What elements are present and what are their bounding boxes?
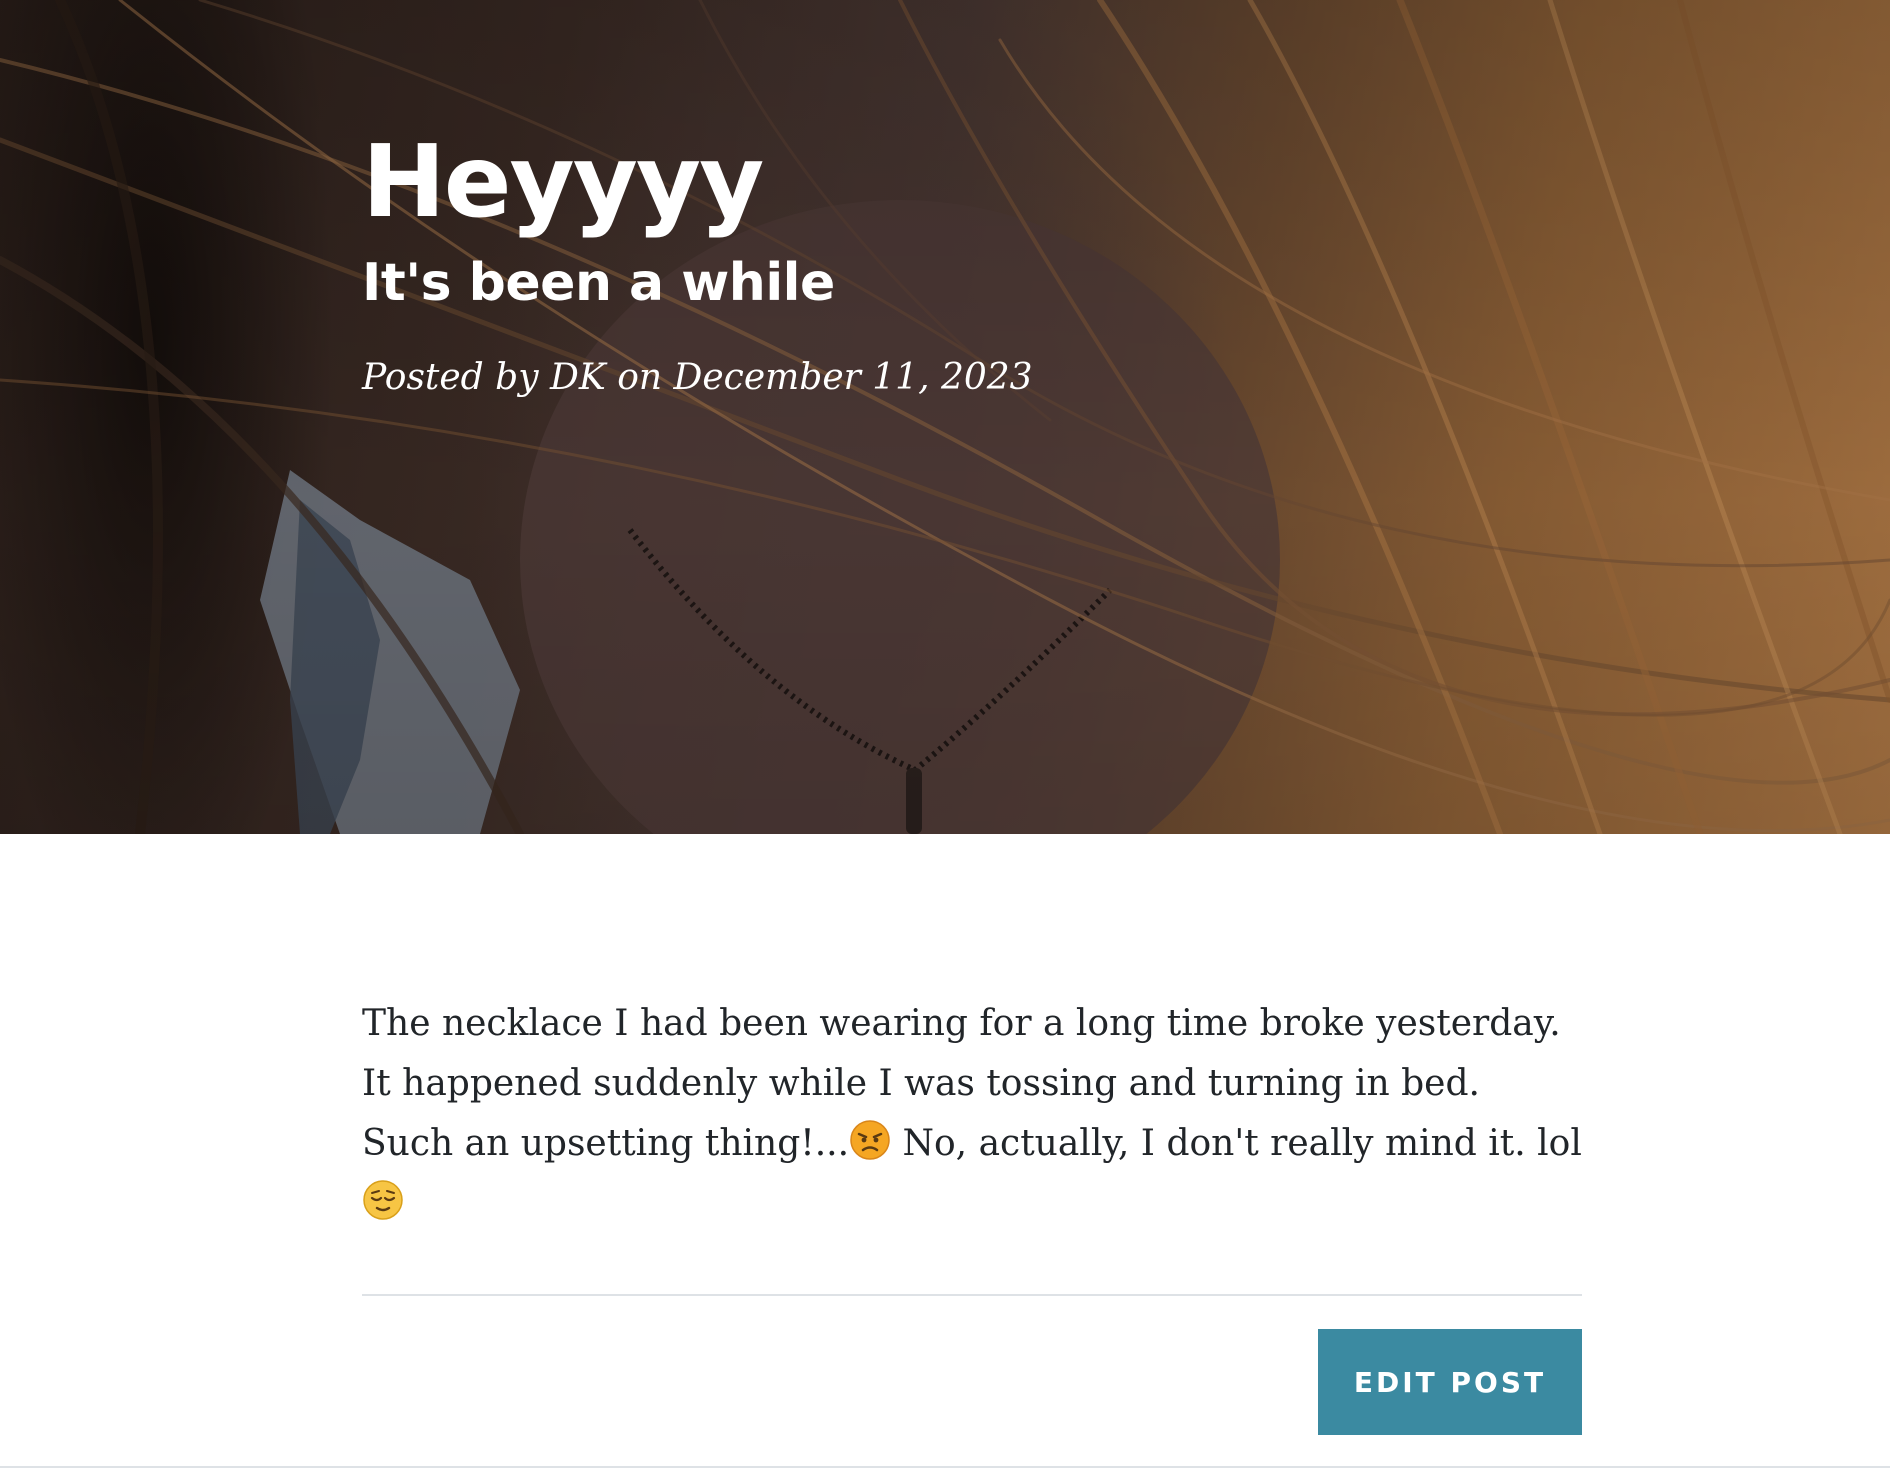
post-divider xyxy=(362,1294,1582,1296)
post-meta: Posted by DK on December 11, 2023 xyxy=(362,357,1033,398)
post-title: Heyyyy xyxy=(362,123,764,240)
body-line-4 xyxy=(362,1174,1582,1234)
body-line-2: It happened suddenly while I was tossing… xyxy=(362,1063,1480,1104)
post-body: The necklace I had been wearing for a lo… xyxy=(362,994,1582,1234)
post-page: Heyyyy It's been a while Posted by DK on… xyxy=(0,0,1890,1476)
post-masthead: Heyyyy It's been a while Posted by DK on… xyxy=(0,0,1890,834)
body-line-3: Such an upsetting thing!... No, actually… xyxy=(362,1114,1582,1174)
body-line-3b: No, actually, I don't really mind it. lo… xyxy=(891,1123,1582,1164)
relieved-face-icon xyxy=(363,1180,403,1220)
footer-divider xyxy=(0,1466,1890,1468)
body-line-1: The necklace I had been wearing for a lo… xyxy=(362,1003,1561,1044)
post-subtitle: It's been a while xyxy=(362,253,835,313)
body-line-3a: Such an upsetting thing!... xyxy=(362,1123,850,1164)
angry-face-icon xyxy=(850,1120,890,1160)
edit-post-button[interactable]: Edit Post xyxy=(1318,1329,1582,1435)
post-paragraph: The necklace I had been wearing for a lo… xyxy=(362,994,1582,1234)
post-heading: Heyyyy It's been a while Posted by DK on… xyxy=(362,118,1033,402)
